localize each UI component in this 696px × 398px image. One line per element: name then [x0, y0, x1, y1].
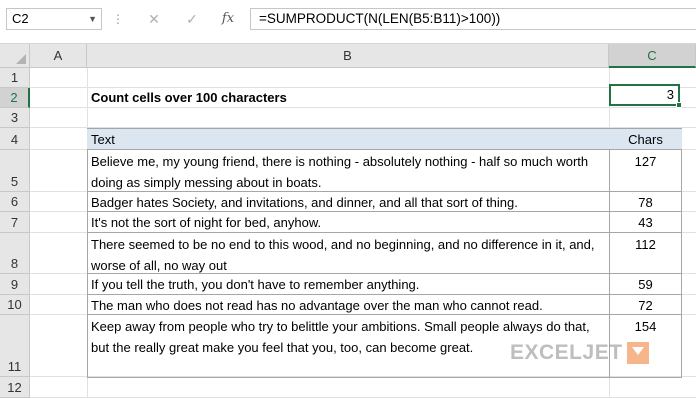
row-number: 5 [10, 174, 19, 189]
table-row: If you tell the truth, you don't have to… [87, 274, 682, 295]
column-header-a[interactable]: A [30, 44, 87, 68]
enter-icon[interactable]: ✓ [181, 8, 203, 30]
row-number: 11 [7, 359, 22, 374]
header-text[interactable]: Text [91, 129, 115, 150]
header-chars[interactable]: Chars [609, 129, 682, 150]
exceljet-logo-icon [626, 342, 649, 364]
table-header-row: Text Chars [87, 128, 682, 150]
row-header-1[interactable]: 1 [0, 68, 30, 88]
select-all-icon [16, 54, 26, 64]
table-row: The man who does not read has no advanta… [87, 295, 682, 315]
table-row: It's not the sort of night for bed, anyh… [87, 212, 682, 233]
chars-cell[interactable]: 78 [609, 192, 682, 213]
row-header-11[interactable]: 11 [0, 315, 30, 377]
cancel-icon[interactable]: ✕ [143, 8, 165, 30]
row-header-10[interactable]: 10 [0, 295, 30, 315]
chars-cell[interactable]: 43 [609, 212, 682, 233]
chars-cell[interactable]: 154 [609, 316, 682, 337]
result-cell-c2[interactable]: 3 [609, 84, 682, 108]
text-cell[interactable]: It's not the sort of night for bed, anyh… [91, 212, 605, 233]
row-header-8[interactable]: 8 [0, 233, 30, 274]
formula-input[interactable]: =SUMPRODUCT(N(LEN(B5:B11)>100)) [250, 8, 696, 30]
row-header-12[interactable]: 12 [0, 377, 30, 398]
row-number: 6 [10, 194, 19, 209]
row-header-7[interactable]: 7 [0, 212, 30, 233]
result-value: 3 [666, 87, 674, 102]
text-cell[interactable]: There seemed to be no end to this wood, … [91, 234, 605, 276]
row-header-4[interactable]: 4 [0, 128, 30, 150]
chars-cell[interactable]: 72 [609, 295, 682, 316]
sheet-title[interactable]: Count cells over 100 characters [91, 88, 287, 108]
row-number: 8 [10, 256, 19, 271]
row-number: 2 [10, 90, 18, 105]
row-header-6[interactable]: 6 [0, 192, 30, 212]
row-number: 4 [10, 132, 19, 147]
row-number: 9 [10, 277, 19, 292]
select-all-button[interactable] [0, 44, 30, 68]
table-row: Badger hates Society, and invitations, a… [87, 192, 682, 212]
row-number: 7 [10, 215, 19, 230]
chars-cell[interactable]: 127 [609, 151, 682, 172]
table-row: There seemed to be no end to this wood, … [87, 233, 682, 274]
row-number: 1 [10, 70, 19, 85]
name-box-value: C2 [12, 11, 29, 26]
text-cell[interactable]: The man who does not read has no advanta… [91, 295, 605, 316]
table-row: Believe me, my young friend, there is no… [87, 150, 682, 192]
row-header-9[interactable]: 9 [0, 274, 30, 295]
column-header-b[interactable]: B [87, 44, 609, 68]
chars-cell[interactable]: 59 [609, 274, 682, 295]
formula-bar: C2 ▼ ⋮ ✕ ✓ fx =SUMPRODUCT(N(LEN(B5:B11)>… [0, 0, 696, 44]
text-cell[interactable]: Believe me, my young friend, there is no… [91, 151, 605, 193]
fill-handle[interactable] [676, 102, 682, 108]
chars-cell[interactable]: 112 [609, 234, 682, 255]
exceljet-logo: EXCELJET [510, 341, 649, 365]
row-header-3[interactable]: 3 [0, 108, 30, 128]
more-dots-icon: ⋮ [112, 12, 125, 26]
name-box[interactable]: C2 ▼ [6, 8, 102, 30]
insert-function-icon[interactable]: fx [217, 8, 239, 30]
logo-text: EXCELJET [510, 341, 623, 364]
row-number: 10 [7, 297, 22, 312]
row-number: 12 [7, 380, 22, 395]
row-number: 3 [10, 110, 19, 125]
worksheet-grid: A B C 1 2 3 4 5 6 7 8 9 10 11 12 Count c… [0, 44, 696, 398]
row-header-5[interactable]: 5 [0, 150, 30, 192]
text-cell[interactable]: If you tell the truth, you don't have to… [91, 274, 605, 295]
chevron-down-icon[interactable]: ▼ [88, 9, 97, 29]
row-header-2[interactable]: 2 [0, 88, 30, 108]
column-header-c[interactable]: C [609, 44, 696, 68]
text-cell[interactable]: Badger hates Society, and invitations, a… [91, 192, 605, 213]
